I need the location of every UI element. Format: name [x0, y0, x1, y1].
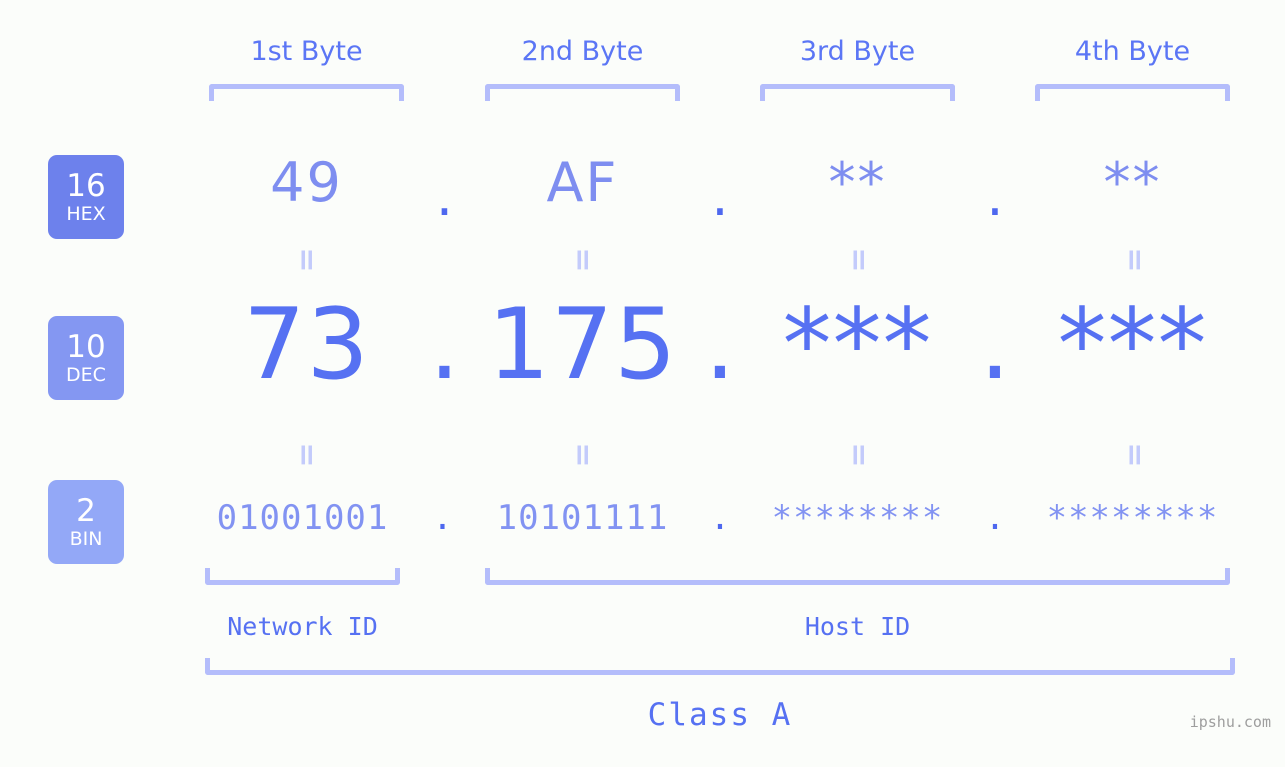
base-badge-hex-number: 16	[66, 167, 106, 204]
network-id-label: Network ID	[227, 612, 378, 641]
byte-header-3: 3rd Byte	[799, 36, 916, 67]
bin-separator-2: .	[709, 498, 731, 538]
hex-separator-1: .	[435, 165, 454, 228]
bin-byte-2: 10101111	[496, 498, 669, 538]
dec-byte-1: 73	[243, 288, 370, 402]
hex-separator-2: .	[711, 165, 729, 228]
watermark: ipshu.com	[1189, 713, 1271, 731]
dec-separator-2: .	[704, 288, 736, 402]
equals-hex-dec-4: =	[1117, 247, 1152, 273]
hex-separator-3: .	[986, 165, 1004, 228]
bin-byte-4: ********	[1046, 498, 1219, 538]
dec-separator-1: .	[428, 288, 461, 402]
base-badge-dec-number: 10	[66, 328, 106, 365]
host-id-label: Host ID	[804, 612, 911, 641]
network-id-bracket	[205, 568, 400, 585]
base-badge-dec-name: DEC	[66, 363, 106, 386]
bin-byte-3: ********	[771, 498, 944, 538]
hex-byte-4: **	[1103, 151, 1162, 214]
dec-byte-2: 175	[487, 288, 678, 402]
bin-separator-1: .	[432, 498, 453, 538]
byte-bracket-2	[485, 84, 680, 101]
ip-byte-breakdown-diagram: 1st Byte 2nd Byte 3rd Byte 4th Byte 16 H…	[0, 0, 1285, 767]
dec-byte-4: ***	[1057, 288, 1208, 402]
equals-dec-bin-4: =	[1117, 442, 1152, 468]
equals-dec-bin-1: =	[289, 442, 324, 468]
base-badge-bin: 2 BIN	[48, 480, 124, 564]
byte-header-1: 1st Byte	[250, 36, 363, 67]
byte-header-4: 4th Byte	[1074, 36, 1191, 67]
byte-bracket-3	[760, 84, 955, 101]
equals-dec-bin-3: =	[841, 442, 876, 468]
hex-byte-2: AF	[546, 151, 619, 214]
base-badge-hex: 16 HEX	[48, 155, 124, 239]
equals-hex-dec-2: =	[565, 247, 600, 273]
bin-separator-3: .	[984, 498, 1006, 538]
equals-hex-dec-1: =	[289, 247, 324, 273]
host-id-bracket	[485, 568, 1230, 585]
base-badge-bin-number: 2	[76, 492, 96, 529]
equals-hex-dec-3: =	[841, 247, 876, 273]
dec-separator-3: .	[979, 288, 1011, 402]
bin-byte-1: 01001001	[216, 498, 389, 538]
hex-byte-3: **	[828, 151, 887, 214]
equals-dec-bin-2: =	[565, 442, 600, 468]
byte-header-2: 2nd Byte	[521, 36, 644, 67]
byte-bracket-1	[209, 84, 404, 101]
dec-byte-3: ***	[782, 288, 933, 402]
class-label: Class A	[647, 697, 793, 733]
byte-bracket-4	[1035, 84, 1230, 101]
base-badge-hex-name: HEX	[66, 202, 106, 225]
base-badge-bin-name: BIN	[69, 527, 103, 550]
hex-byte-1: 49	[270, 151, 343, 214]
class-bracket	[205, 658, 1235, 675]
base-badge-dec: 10 DEC	[48, 316, 124, 400]
